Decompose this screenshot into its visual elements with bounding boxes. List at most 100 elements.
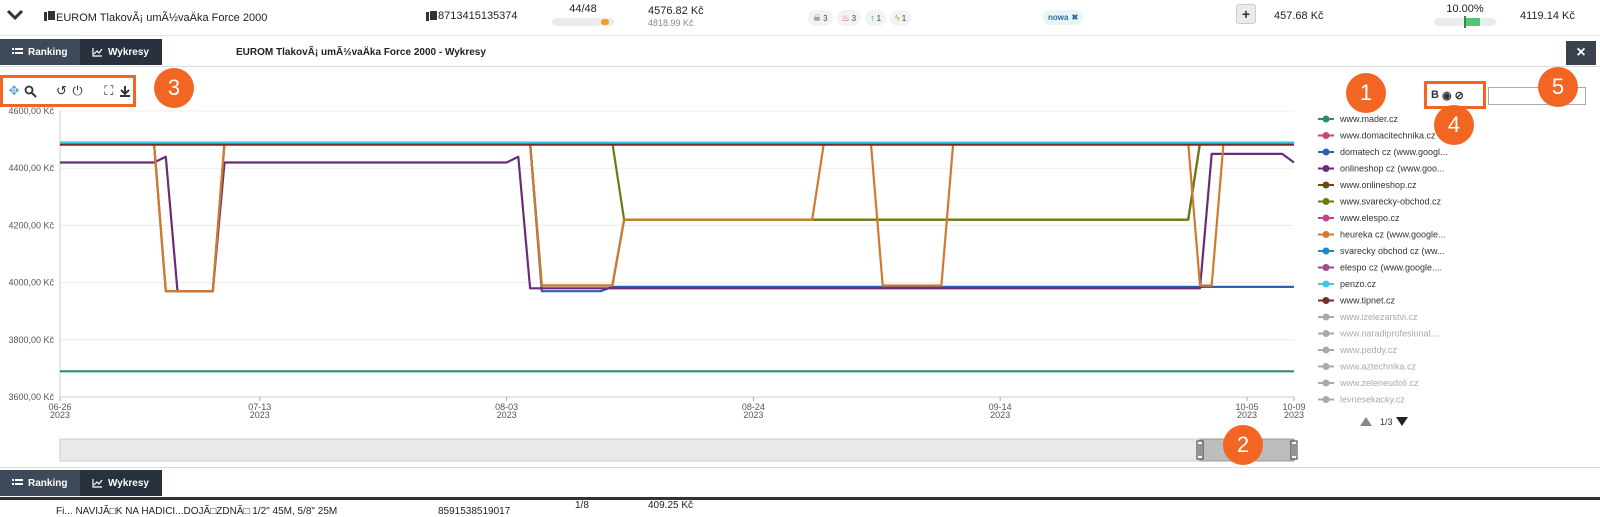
badge-value: 1 [876, 13, 882, 23]
badge-bolt[interactable]: ϟ1 [890, 10, 912, 26]
legend-item[interactable]: www.onlineshop.cz [1339, 180, 1417, 190]
eye-off-icon[interactable]: ⊘ [1455, 89, 1464, 102]
list-icon [12, 479, 23, 485]
tab-wykresy[interactable]: Wykresy [80, 470, 162, 496]
x-tick-year: 2023 [50, 410, 70, 420]
legend-marker [1322, 297, 1330, 304]
fullscreen-icon[interactable]: ⛶ [101, 83, 117, 100]
undo-icon[interactable]: ↺ [53, 83, 69, 100]
legend-item[interactable]: www.domacitechnika.cz [1339, 131, 1436, 141]
chart-icon [92, 48, 103, 57]
legend-marker [1322, 132, 1330, 139]
percent-text: 10.00% [1446, 3, 1484, 15]
legend-item[interactable]: www.svarecky-obchod.cz [1339, 197, 1442, 207]
legend-marker [1322, 313, 1330, 321]
tag-nowa[interactable]: nowa ✖ [1043, 10, 1084, 25]
price-sub: 4818.99 Kč [648, 18, 694, 28]
zoom-icon[interactable] [22, 83, 38, 100]
tag-label: nowa [1048, 13, 1069, 22]
product-name[interactable]: EUROM TlakovÃ¡ umÃ½vaÄka Force 2000 [56, 10, 267, 25]
legend-item[interactable]: penzo.cz [1340, 279, 1377, 289]
tab-wykresy-label: Wykresy [108, 46, 149, 58]
callout-4: 4 [1434, 105, 1474, 145]
legend-item[interactable]: www.aztechnika.cz [1339, 362, 1417, 372]
tab-ranking[interactable]: Ranking [0, 39, 80, 65]
product-row[interactable]: Fi... NAVIJÃ□K NA HADICI...DOJÃ□ZDNÃ□ 1/… [0, 500, 1600, 517]
add-button[interactable]: + [1236, 4, 1256, 24]
copy-icon[interactable] [44, 10, 56, 22]
legend-marker [1322, 231, 1330, 238]
x-tick-year: 2023 [1284, 410, 1304, 420]
y-tick-label: 4000,00 Kč [8, 278, 54, 288]
x-tick-year: 2023 [743, 410, 763, 420]
badge-arrow-up[interactable]: ↑ 1 [865, 10, 887, 26]
status-badges: ☠ 3 ♨ 3 ↑ 1 ϟ1 [808, 10, 912, 26]
rank-bar [552, 18, 614, 26]
y-tick-label: 3800,00 Kč [8, 335, 54, 345]
tag-remove-icon[interactable]: ✖ [1071, 13, 1078, 22]
rank-bar-marker [601, 19, 610, 25]
callout-5: 5 [1538, 67, 1578, 107]
percent-bar [1434, 16, 1496, 28]
legend-next-arrow[interactable] [1396, 417, 1408, 426]
callout-2: 2 [1223, 425, 1263, 465]
bottom-panel-tabs: Ranking Wykresy [0, 467, 1600, 497]
legend-marker [1322, 115, 1330, 123]
legend-item[interactable]: www.peddy.cz [1339, 345, 1397, 355]
copy-ean-icon[interactable] [426, 10, 438, 22]
chevron-down-icon[interactable] [6, 8, 26, 24]
legend-marker [1322, 148, 1330, 156]
chart-area: 3600,00 Kč 3800,00 Kč 4000,00 Kč 4200,00 Kč… [0, 67, 1600, 467]
x-tick-year: 2023 [990, 410, 1010, 420]
navigator-handle-right[interactable] [1290, 440, 1298, 460]
rank-text: 1/8 [575, 500, 589, 511]
legend-item[interactable]: www.mader.cz [1339, 114, 1399, 124]
badge-skull[interactable]: ☠ 3 [808, 10, 833, 26]
legend-item[interactable]: www.naradiprofesional.... [1339, 329, 1441, 339]
legend-item[interactable]: onlineshop cz (www.goo... [1340, 164, 1445, 174]
legend-marker [1322, 379, 1330, 387]
fire-icon: ♨ [841, 12, 850, 23]
legend-marker [1322, 396, 1330, 403]
product-name[interactable]: Fi... NAVIJÃ□K NA HADICI...DOJÃ□ZDNÃ□ 1/… [56, 506, 337, 517]
tab-ranking[interactable]: Ranking [0, 470, 80, 496]
legend-item[interactable]: levnesekacky.cz [1340, 395, 1405, 405]
legend-marker [1322, 346, 1330, 354]
legend-item[interactable]: heureka cz (www.google... [1340, 230, 1446, 240]
legend-item[interactable]: www.tipnet.cz [1339, 296, 1396, 306]
eye-icon[interactable]: ◉ [1442, 89, 1452, 102]
tab-wykresy[interactable]: Wykresy [80, 39, 162, 65]
legend-prev-arrow[interactable] [1360, 417, 1372, 426]
reset-icon[interactable]: ⏻ [70, 83, 86, 100]
legend-marker [1322, 363, 1330, 370]
legend-marker [1322, 165, 1330, 172]
navigator-handle-left[interactable] [1196, 440, 1204, 460]
legend-marker [1322, 264, 1330, 271]
min-price: 457.68 Kč [1274, 10, 1324, 22]
legend-marker [1322, 330, 1330, 337]
y-tick-label: 4200,00 Kč [8, 220, 54, 230]
legend-item[interactable]: www.elespo.cz [1339, 213, 1400, 223]
callout-3: 3 [154, 68, 194, 108]
product-ean: 8713415135374 [438, 10, 518, 22]
legend-item[interactable]: svarecky obchod cz (ww... [1340, 246, 1445, 256]
price-history-chart[interactable]: 3600,00 Kč 3800,00 Kč 4000,00 Kč 4200,00 Kč… [0, 67, 1600, 467]
arrow-up-icon: ↑ [870, 13, 875, 23]
close-button[interactable]: × [1566, 41, 1596, 65]
legend-item[interactable]: domatech cz (www.googl... [1340, 147, 1448, 157]
x-tick-year: 2023 [497, 410, 517, 420]
badge-value: 3 [851, 13, 857, 23]
product-row[interactable]: EUROM TlakovÃ¡ umÃ½vaÄka Force 2000 871… [0, 0, 1600, 36]
legend-marker [1322, 181, 1330, 189]
badge-fire[interactable]: ♨ 3 [836, 10, 862, 26]
x-tick-year: 2023 [1237, 410, 1257, 420]
pan-icon[interactable]: ✥ [6, 83, 22, 100]
legend-marker [1322, 247, 1330, 255]
bold-toggle[interactable]: B [1431, 89, 1439, 101]
legend-item[interactable]: elespo cz (www.google.... [1340, 263, 1442, 273]
legend-item[interactable]: www.izelezarstvi.cz [1339, 312, 1418, 322]
legend-marker [1322, 214, 1330, 222]
legend-item[interactable]: www.zeleneudoli.cz [1339, 378, 1419, 388]
download-icon[interactable] [117, 83, 133, 100]
badge-value: 3 [823, 13, 828, 23]
